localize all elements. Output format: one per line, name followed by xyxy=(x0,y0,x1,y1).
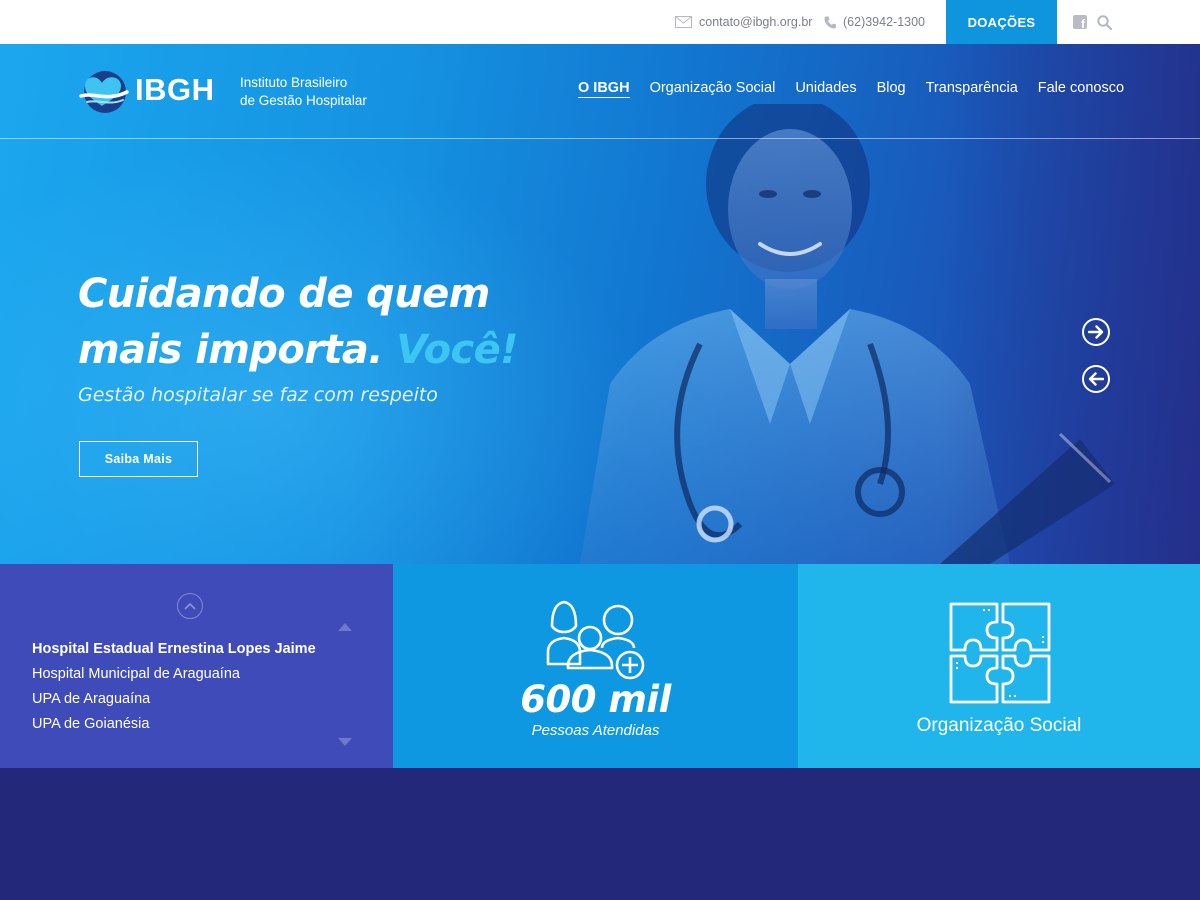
logo-tagline: Instituto Brasileiro de Gestão Hospitala… xyxy=(240,74,367,110)
hero-shade xyxy=(940,44,1200,564)
units-next-arrow[interactable] xyxy=(338,738,352,746)
units-list: Hospital Estadual Ernestina Lopes Jaime … xyxy=(32,637,316,737)
envelope-icon xyxy=(675,16,692,28)
main-nav: O IBGH Organização Social Unidades Blog … xyxy=(578,80,1124,98)
email-text: contato@ibgh.org.br xyxy=(699,15,813,29)
saiba-mais-button[interactable]: Saiba Mais xyxy=(79,441,198,477)
slider-next-button[interactable] xyxy=(1082,318,1110,346)
nav-divider xyxy=(0,138,1200,139)
hero-title-main: mais importa. xyxy=(78,327,383,373)
unit-item[interactable]: UPA de Goianésia xyxy=(32,712,316,737)
hero-title-accent: Você! xyxy=(396,327,518,373)
slider-prev-button[interactable] xyxy=(1082,365,1110,393)
hero-subtitle: Gestão hospitalar se faz com respeito xyxy=(78,384,438,406)
search-icon[interactable] xyxy=(1097,15,1112,30)
hero-title-line-1: Cuidando de quem xyxy=(78,271,490,317)
arrow-left-icon xyxy=(1088,372,1104,386)
units-panel: Hospital Estadual Ernestina Lopes Jaime … xyxy=(0,564,393,768)
nav-item-blog[interactable]: Blog xyxy=(877,80,906,98)
units-prev-arrow[interactable] xyxy=(338,623,352,631)
nav-item-transparencia[interactable]: Transparência xyxy=(926,80,1018,98)
arrow-right-icon xyxy=(1088,325,1104,339)
nav-item-o-ibgh[interactable]: O IBGH xyxy=(578,80,630,98)
nav-item-organizacao-social[interactable]: Organização Social xyxy=(650,80,776,98)
social-org-label: Organização Social xyxy=(916,715,1082,736)
top-bar: contato@ibgh.org.br (62)3942-1300 DOAÇÕE… xyxy=(0,0,1200,44)
hero-title-line-2: mais importa. Você! xyxy=(78,322,518,378)
facebook-glyph: f xyxy=(1081,17,1085,31)
logo[interactable]: IBGH xyxy=(79,66,215,114)
nav-item-unidades[interactable]: Unidades xyxy=(795,80,856,98)
nav-item-fale-conosco[interactable]: Fale conosco xyxy=(1038,80,1124,98)
people-plus-icon xyxy=(546,600,645,680)
puzzle-icon xyxy=(949,602,1051,704)
tagline-line-1: Instituto Brasileiro xyxy=(240,75,348,90)
heart-logo-icon xyxy=(79,71,129,113)
contact-email[interactable]: contato@ibgh.org.br xyxy=(675,0,812,44)
unit-item[interactable]: Hospital Municipal de Araguaína xyxy=(32,662,316,687)
donate-button[interactable]: DOAÇÕES xyxy=(946,0,1057,44)
contact-phone[interactable]: (62)3942-1300 xyxy=(824,0,925,44)
people-served-value: 600 mil xyxy=(520,678,671,721)
tagline-line-2: de Gestão Hospitalar xyxy=(240,93,367,108)
hero-title: Cuidando de quem mais importa. Você! xyxy=(78,266,518,378)
logo-name: IBGH xyxy=(135,72,215,107)
unit-item[interactable]: Hospital Estadual Ernestina Lopes Jaime xyxy=(32,637,316,662)
phone-text: (62)3942-1300 xyxy=(843,15,926,29)
phone-icon xyxy=(824,16,836,28)
hero-banner: IBGH Instituto Brasileiro de Gestão Hosp… xyxy=(0,44,1200,564)
unit-item[interactable]: UPA de Araguaína xyxy=(32,687,316,712)
units-scroll-up-button[interactable] xyxy=(177,593,203,619)
stats-panel: 600 mil Pessoas Atendidas xyxy=(393,564,798,768)
people-served-label: Pessoas Atendidas xyxy=(531,722,660,739)
chevron-up-icon xyxy=(184,602,196,610)
social-org-panel[interactable]: Organização Social xyxy=(798,564,1200,768)
facebook-icon[interactable]: f xyxy=(1073,15,1087,31)
